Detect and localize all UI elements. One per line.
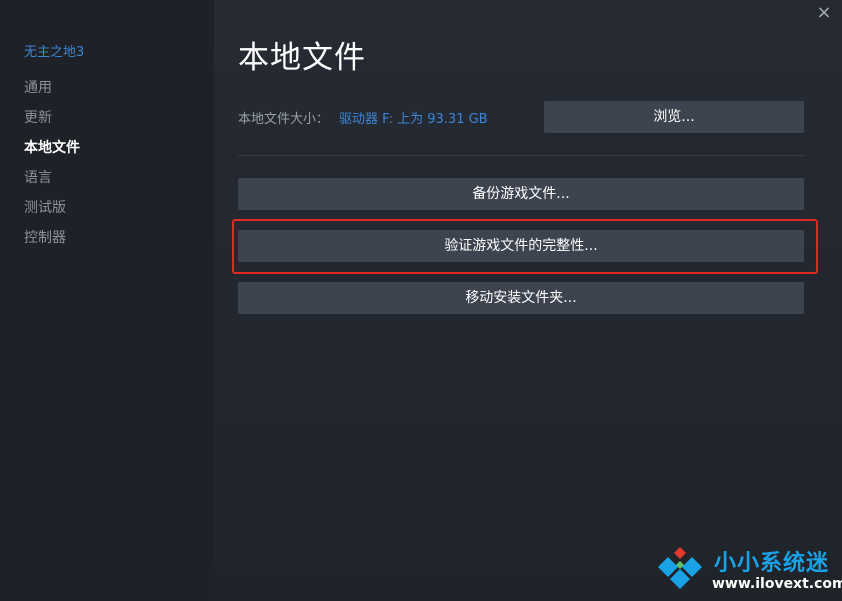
game-title: 无主之地3: [24, 45, 85, 60]
close-icon[interactable]: ×: [814, 4, 834, 24]
sidebar-item-controller[interactable]: 控制器: [24, 226, 80, 256]
sidebar-nav: 通用 更新 本地文件 语言 测试版 控制器: [24, 76, 80, 256]
sidebar-item-general[interactable]: 通用: [24, 76, 80, 106]
watermark-logo-icon: [658, 547, 702, 589]
size-label: 本地文件大小：: [238, 112, 330, 127]
divider: [238, 155, 804, 156]
page-title: 本地文件: [238, 40, 366, 76]
sidebar-item-language[interactable]: 语言: [24, 166, 80, 196]
watermark-url: www.ilovext.com: [712, 576, 842, 592]
sidebar-item-local-files[interactable]: 本地文件: [24, 136, 80, 166]
browse-button[interactable]: 浏览...: [544, 101, 804, 133]
local-file-size-row: 本地文件大小： 驱动器 F: 上为 93.31 GB: [238, 108, 488, 127]
verify-integrity-button[interactable]: 验证游戏文件的完整性...: [238, 230, 804, 262]
move-install-folder-button[interactable]: 移动安装文件夹...: [238, 282, 804, 314]
watermark-name: 小小系统迷: [714, 551, 830, 576]
sidebar: 无主之地3 通用 更新 本地文件 语言 测试版 控制器: [0, 0, 214, 601]
sidebar-item-betas[interactable]: 测试版: [24, 196, 80, 226]
sidebar-item-updates[interactable]: 更新: [24, 106, 80, 136]
size-value-link[interactable]: 驱动器 F: 上为 93.31 GB: [339, 112, 488, 127]
watermark: 小小系统迷 www.ilovext.com: [652, 543, 842, 597]
backup-game-files-button[interactable]: 备份游戏文件...: [238, 178, 804, 210]
